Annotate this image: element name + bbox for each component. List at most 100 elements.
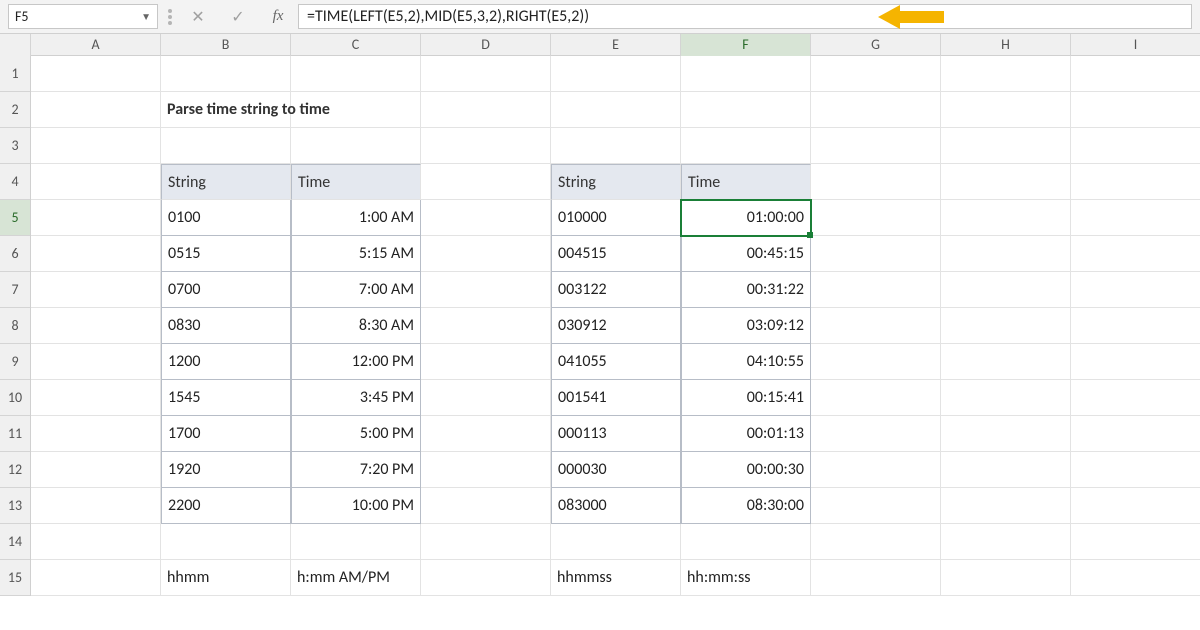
cell[interactable] [291, 128, 421, 164]
cell[interactable] [551, 524, 681, 560]
row-header-5[interactable]: 5 [0, 200, 30, 236]
cell[interactable] [811, 56, 941, 92]
cell[interactable] [1071, 164, 1200, 200]
cell[interactable] [421, 56, 551, 92]
cell[interactable] [1071, 56, 1200, 92]
cancel-icon[interactable]: ✕ [178, 0, 218, 33]
cell[interactable]: 10:00 PM [291, 488, 421, 524]
cell[interactable]: 0515 [161, 236, 291, 272]
cell[interactable] [811, 452, 941, 488]
cell[interactable]: 7:20 PM [291, 452, 421, 488]
cell[interactable] [941, 164, 1071, 200]
cell[interactable]: Time [681, 164, 811, 200]
cell[interactable] [31, 272, 161, 308]
cell[interactable]: 041055 [551, 344, 681, 380]
cell[interactable] [421, 344, 551, 380]
cell[interactable] [421, 308, 551, 344]
cell[interactable]: 04:10:55 [681, 344, 811, 380]
row-header-10[interactable]: 10 [0, 380, 30, 416]
row-header-13[interactable]: 13 [0, 488, 30, 524]
cell[interactable]: 00:45:15 [681, 236, 811, 272]
cell[interactable]: 1545 [161, 380, 291, 416]
cell[interactable] [421, 488, 551, 524]
cell[interactable] [31, 344, 161, 380]
cell[interactable] [811, 560, 941, 596]
cell[interactable] [681, 92, 811, 128]
cell[interactable] [941, 272, 1071, 308]
cell[interactable] [551, 56, 681, 92]
cell[interactable]: 5:15 AM [291, 236, 421, 272]
cell[interactable] [1071, 524, 1200, 560]
row-header-11[interactable]: 11 [0, 416, 30, 452]
row-header-15[interactable]: 15 [0, 560, 30, 596]
col-header-D[interactable]: D [421, 34, 551, 56]
cells[interactable]: Parse time string to timeStringTimeStrin… [31, 56, 1200, 596]
cell[interactable] [941, 308, 1071, 344]
cell[interactable] [31, 380, 161, 416]
cell[interactable] [421, 380, 551, 416]
row-header-4[interactable]: 4 [0, 164, 30, 200]
cell[interactable]: 2200 [161, 488, 291, 524]
row-header-6[interactable]: 6 [0, 236, 30, 272]
col-header-F[interactable]: F [681, 34, 811, 56]
cell[interactable]: 001541 [551, 380, 681, 416]
cell[interactable] [291, 524, 421, 560]
cell[interactable] [1071, 560, 1200, 596]
cell[interactable]: 03:09:12 [681, 308, 811, 344]
row-header-9[interactable]: 9 [0, 344, 30, 380]
cell[interactable] [31, 488, 161, 524]
spreadsheet-grid[interactable]: ABCDEFGHIJ 123456789101112131415 Parse t… [0, 34, 1200, 596]
formula-input[interactable]: =TIME(LEFT(E5,2),MID(E5,3,2),RIGHT(E5,2)… [298, 4, 1192, 29]
cell[interactable] [421, 272, 551, 308]
cell[interactable]: 000030 [551, 452, 681, 488]
cell[interactable] [941, 560, 1071, 596]
cell[interactable] [31, 524, 161, 560]
cell[interactable] [1071, 272, 1200, 308]
cell[interactable]: 000113 [551, 416, 681, 452]
cell[interactable] [941, 92, 1071, 128]
cell[interactable] [31, 236, 161, 272]
cell[interactable] [421, 128, 551, 164]
cell[interactable] [551, 92, 681, 128]
cell[interactable] [1071, 308, 1200, 344]
cell[interactable] [1071, 416, 1200, 452]
cell[interactable] [811, 380, 941, 416]
col-header-H[interactable]: H [941, 34, 1071, 56]
cell[interactable] [31, 452, 161, 488]
cell[interactable] [31, 56, 161, 92]
cell[interactable]: 00:00:30 [681, 452, 811, 488]
name-box[interactable]: F5 ▼ [8, 4, 158, 29]
cell[interactable]: 0830 [161, 308, 291, 344]
cell[interactable]: String [161, 164, 291, 200]
cell[interactable] [161, 524, 291, 560]
cell[interactable] [681, 524, 811, 560]
cell[interactable] [421, 92, 551, 128]
cell[interactable] [421, 200, 551, 236]
cell[interactable]: 00:01:13 [681, 416, 811, 452]
row-header-2[interactable]: 2 [0, 92, 30, 128]
fx-icon[interactable]: fx [258, 0, 298, 33]
cell[interactable] [161, 56, 291, 92]
cell[interactable] [811, 416, 941, 452]
cell[interactable] [31, 416, 161, 452]
cell[interactable] [811, 236, 941, 272]
cell[interactable]: 1700 [161, 416, 291, 452]
cell[interactable]: 01:00:00 [681, 200, 811, 236]
cell[interactable] [941, 344, 1071, 380]
cell[interactable] [941, 200, 1071, 236]
cell[interactable] [421, 524, 551, 560]
cell[interactable] [31, 128, 161, 164]
cell[interactable] [31, 560, 161, 596]
cell[interactable]: hhmm [161, 560, 291, 596]
cell[interactable] [811, 344, 941, 380]
cell[interactable]: 1920 [161, 452, 291, 488]
cell[interactable] [681, 56, 811, 92]
cell[interactable]: Time [291, 164, 421, 200]
cell[interactable] [421, 236, 551, 272]
cell[interactable]: 00:15:41 [681, 380, 811, 416]
cell[interactable] [811, 488, 941, 524]
cell[interactable] [1071, 236, 1200, 272]
col-header-C[interactable]: C [291, 34, 421, 56]
cell[interactable] [811, 164, 941, 200]
row-header-7[interactable]: 7 [0, 272, 30, 308]
